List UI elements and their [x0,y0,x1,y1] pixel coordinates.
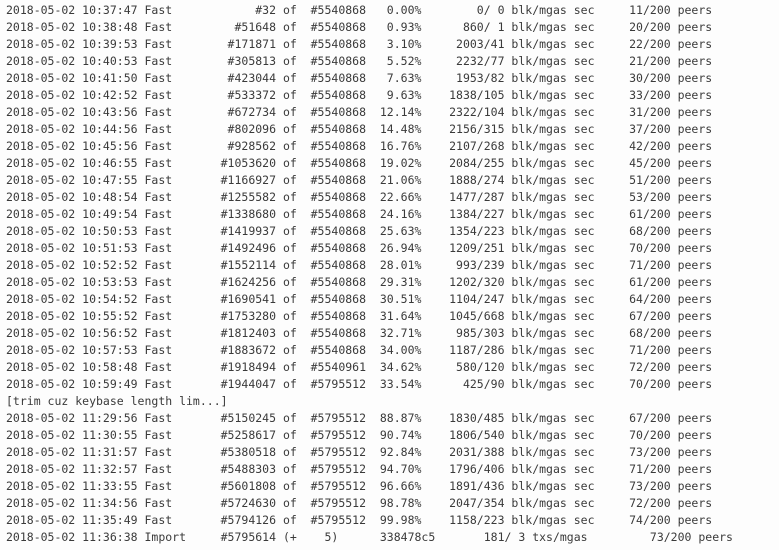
log-line: 2018-05-02 10:57:53 Fast #1883672 of #55… [6,343,713,357]
trim-note: [trim cuz keybase length lim...] [6,394,228,408]
log-line: 2018-05-02 11:31:57 Fast #5380518 of #57… [6,445,713,459]
log-line: 2018-05-02 10:46:55 Fast #1053620 of #55… [6,156,713,170]
log-line: 2018-05-02 11:36:38 Import #5795614 (+ 5… [6,530,733,544]
log-line: 2018-05-02 10:40:53 Fast #305813 of #554… [6,54,713,68]
log-line: 2018-05-02 10:42:52 Fast #533372 of #554… [6,88,713,102]
log-line: 2018-05-02 11:30:55 Fast #5258617 of #57… [6,428,713,442]
log-line: 2018-05-02 10:56:52 Fast #1812403 of #55… [6,326,713,340]
log-line: 2018-05-02 10:44:56 Fast #802096 of #554… [6,122,713,136]
log-line: 2018-05-02 10:41:50 Fast #423044 of #554… [6,71,713,85]
log-line: 2018-05-02 10:48:54 Fast #1255582 of #55… [6,190,713,204]
log-line: 2018-05-02 11:29:56 Fast #5150245 of #57… [6,411,713,425]
log-line: 2018-05-02 10:58:48 Fast #1918494 of #55… [6,360,713,374]
log-line: 2018-05-02 10:39:53 Fast #171871 of #554… [6,37,713,51]
log-line: 2018-05-02 10:49:54 Fast #1338680 of #55… [6,207,713,221]
log-line: 2018-05-02 11:32:57 Fast #5488303 of #57… [6,462,713,476]
log-line: 2018-05-02 10:55:52 Fast #1753280 of #55… [6,309,713,323]
log-line: 2018-05-02 10:50:53 Fast #1419937 of #55… [6,224,713,238]
sync-log: 2018-05-02 10:37:47 Fast #32 of #5540868… [0,0,779,546]
log-line: 2018-05-02 10:37:47 Fast #32 of #5540868… [6,3,713,17]
log-line: 2018-05-02 10:53:53 Fast #1624256 of #55… [6,275,713,289]
log-line: 2018-05-02 10:51:53 Fast #1492496 of #55… [6,241,713,255]
log-line: 2018-05-02 10:59:49 Fast #1944047 of #57… [6,377,713,391]
log-line: 2018-05-02 10:47:55 Fast #1166927 of #55… [6,173,713,187]
log-line: 2018-05-02 10:45:56 Fast #928562 of #554… [6,139,713,153]
log-line: 2018-05-02 10:54:52 Fast #1690541 of #55… [6,292,713,306]
log-line: 2018-05-02 11:35:49 Fast #5794126 of #57… [6,513,713,527]
log-line: 2018-05-02 10:43:56 Fast #672734 of #554… [6,105,713,119]
log-line: 2018-05-02 11:34:56 Fast #5724630 of #57… [6,496,713,510]
log-line: 2018-05-02 10:52:52 Fast #1552114 of #55… [6,258,713,272]
log-line: 2018-05-02 10:38:48 Fast #51648 of #5540… [6,20,713,34]
log-line: 2018-05-02 11:33:55 Fast #5601808 of #57… [6,479,713,493]
